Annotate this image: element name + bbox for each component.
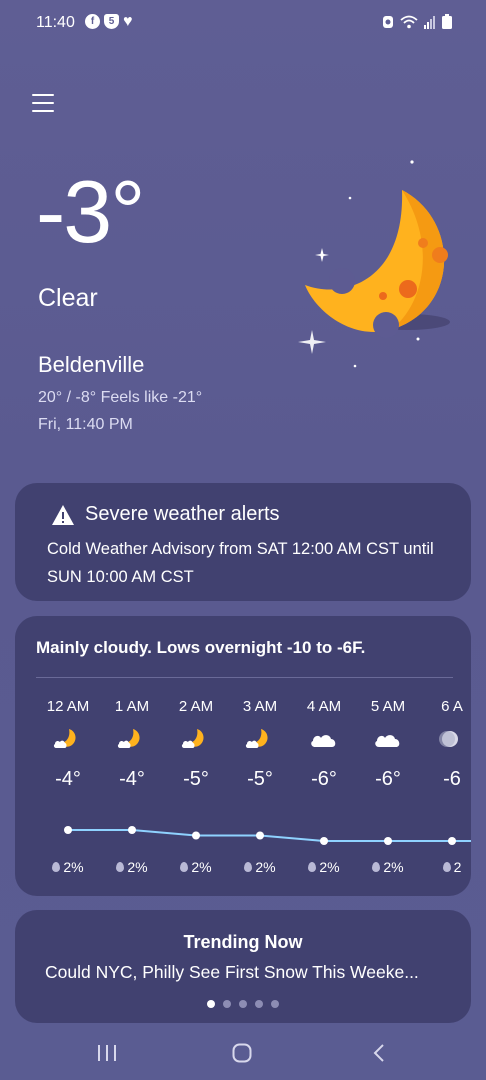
raindrop-icon [442,862,451,872]
page-dot[interactable] [223,1000,231,1008]
hour-temperature: -5° [183,768,209,790]
current-temperature: -3° [36,162,145,261]
temperature-point [320,837,328,845]
page-dot[interactable] [271,1000,279,1008]
hour-precipitation: 2% [36,859,100,875]
notification-icons: f 5 ♥ [85,13,133,30]
page-dot[interactable] [255,1000,263,1008]
precip-value: 2% [63,859,84,875]
precip-value: 2 [453,859,462,875]
hour-temperature: -6° [311,768,337,790]
hour-precipitation: 2 [420,859,471,875]
hour-precipitation: 2% [356,859,420,875]
moon-icon [420,726,471,754]
menu-icon[interactable] [32,94,54,114]
raindrop-icon [372,862,381,872]
warning-icon [52,504,74,525]
signal-icon [424,15,435,29]
forecast-summary: Mainly cloudy. Lows overnight -10 to -6F… [36,638,366,657]
facebook-icon: f [85,14,100,29]
hour-time: 4 AM [306,698,342,715]
hourly-forecast-card[interactable]: 12 AM -4° 2% 1 AM -4° 2% 2 AM -5° 2% 3 AM -5° 2% 4 A… [15,616,471,896]
page-dot[interactable] [239,1000,247,1008]
hour-temperature: -5° [247,768,273,790]
trending-title: Trending Now [183,932,303,952]
moon-partly-cloudy-icon [228,726,292,754]
cloud-icon [356,726,420,754]
hour-temperature: -6° [375,768,401,790]
hour-precipitation: 2% [228,859,292,875]
hour-temperature: -6 [443,768,461,790]
alert-title: Severe weather alerts [85,503,280,525]
moon-partly-cloudy-icon [100,726,164,754]
temperature-point [128,826,136,834]
page-dot[interactable] [207,1000,215,1008]
trending-now-card[interactable]: Trending Now Could NYC, Philly See First… [15,910,471,1023]
cloud-icon [292,726,356,754]
raindrop-icon [308,862,317,872]
precip-value: 2% [127,859,148,875]
navigation-bar [0,1030,486,1080]
hour-temperature: -4° [119,768,145,790]
hourly-temperature-chart [64,826,471,845]
precip-value: 2% [319,859,340,875]
forecast-divider [36,677,453,678]
raindrop-icon [52,862,61,872]
trending-headline[interactable]: Could NYC, Philly See First Snow This We… [45,962,445,983]
heart-icon: ♥ [123,13,133,30]
home-icon[interactable] [232,1043,252,1063]
alarm-icon [383,16,393,28]
precip-value: 2% [383,859,404,875]
alert-header: Severe weather alerts [51,503,280,526]
temperature-point [384,837,392,845]
status-bar: 11:40 f 5 ♥ [0,0,486,48]
hour-time: 6 A [441,698,463,715]
system-icons [382,14,452,29]
moon-partly-cloudy-icon [164,726,228,754]
status-time: 11:40 [36,14,75,31]
hour-precipitation: 2% [292,859,356,875]
severe-weather-alert-card[interactable]: Severe weather alerts Cold Weather Advis… [15,483,471,601]
current-condition: Clear [38,284,98,312]
temperature-point [192,831,200,840]
moon-icon [298,160,450,368]
raindrop-icon [180,862,189,872]
hi-lo-feels-like: 20° / -8° Feels like -21° [38,389,203,406]
location-name[interactable]: Beldenville [38,352,144,378]
hour-time: 5 AM [370,698,406,715]
hour-time: 1 AM [114,698,150,715]
current-datetime: Fri, 11:40 PM [38,416,133,433]
carousel-page-indicator [15,1000,471,1008]
alert-message: Cold Weather Advisory from SAT 12:00 AM … [47,540,434,586]
shield-icon: 5 [104,14,119,29]
hour-time: 12 AM [46,698,90,715]
precip-value: 2% [255,859,276,875]
wifi-icon [400,15,418,28]
hour-precipitation: 2% [100,859,164,875]
battery-icon [442,14,452,29]
hour-precipitation: 2% [164,859,228,875]
hour-time: 3 AM [242,698,278,715]
temperature-point [256,831,264,840]
back-icon[interactable] [372,1043,386,1063]
hourly-forecast-list[interactable]: 12 AM -4° 2% 1 AM -4° 2% 2 AM -5° 2% 3 AM -5° 2% 4 A… [15,616,471,896]
temperature-point [448,837,456,845]
hour-time: 2 AM [178,698,214,715]
precip-value: 2% [191,859,212,875]
raindrop-icon [116,862,125,872]
recent-apps-icon[interactable] [96,1044,118,1062]
hour-temperature: -4° [55,768,81,790]
moon-partly-cloudy-icon [36,726,100,754]
raindrop-icon [244,862,253,872]
temperature-point [64,826,72,834]
